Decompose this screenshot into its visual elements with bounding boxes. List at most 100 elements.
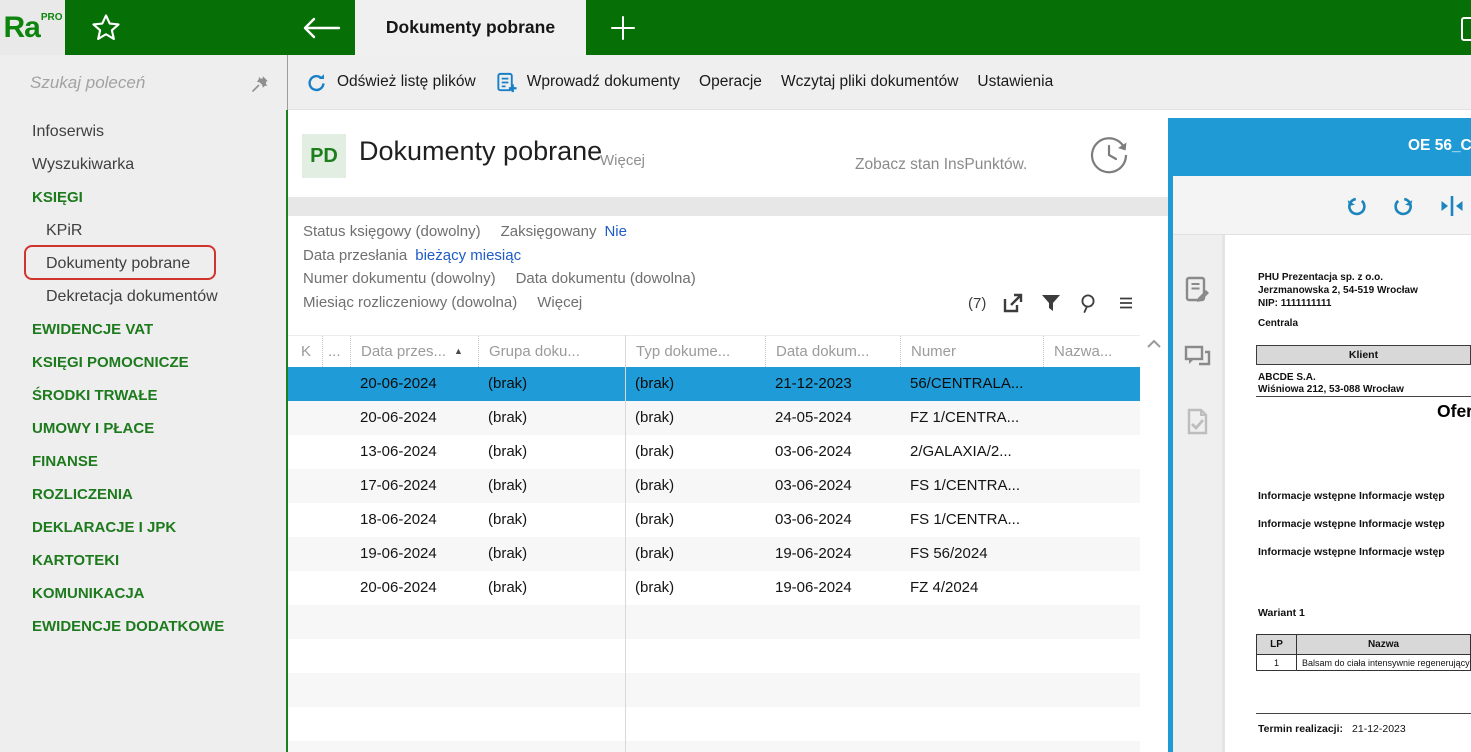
sidebar-item-deklaracje-i-jpk[interactable]: DEKLARACJE I JPK: [0, 511, 287, 544]
sidebar: Szukaj poleceń Infoserwis Wyszukiwarka K…: [0, 55, 287, 752]
frozen-column-divider: [625, 335, 626, 752]
doc-client-address: Wiśniowa 212, 53-088 Wrocław: [1258, 383, 1404, 396]
settings-menu[interactable]: Ustawienia: [977, 73, 1053, 91]
sidebar-item-ewidencje-dodatkowe[interactable]: EWIDENCJE DODATKOWE: [0, 610, 287, 643]
filter-data-przeslania-label[interactable]: Data przesłania: [303, 244, 407, 268]
sidebar-item-komunikacja[interactable]: KOMUNIKACJA: [0, 577, 287, 610]
doc-col-lp: LP: [1257, 635, 1297, 655]
refresh-label: Odśwież listę plików: [337, 73, 476, 91]
sidebar-item-finanse[interactable]: FINANSE: [0, 445, 287, 478]
column-grupa[interactable]: Grupa doku...: [478, 336, 625, 367]
inspoints-link[interactable]: Zobacz stan InsPunktów.: [855, 156, 1027, 174]
sidebar-item-wyszukiwarka[interactable]: Wyszukiwarka: [0, 148, 287, 181]
column-attachments[interactable]: ...: [322, 336, 350, 367]
sidebar-item-umowy-i-place[interactable]: UMOWY I PŁACE: [0, 412, 287, 445]
table-row[interactable]: 18-06-2024 (brak) (brak) 03-06-2024 FS 1…: [288, 503, 1140, 537]
filter-panel: Status księgowy (dowolny) Zaksięgowany N…: [303, 220, 696, 314]
logo-text: Ra: [3, 11, 39, 45]
doc-variant-label: Wariant 1: [1258, 607, 1305, 619]
history-clock-icon[interactable]: [1086, 132, 1132, 178]
documents-module: PD Dokumenty pobrane Więcej Zobacz stan …: [288, 110, 1168, 752]
row-count: (7): [968, 295, 986, 312]
column-numer[interactable]: Numer: [900, 336, 1043, 367]
refresh-icon: [305, 71, 328, 94]
empty-row: [288, 741, 1140, 752]
doc-info-line: Informacje wstępne Informacje wstęp: [1258, 490, 1445, 502]
title-more-link[interactable]: Więcej: [600, 152, 645, 169]
table-body: 20-06-2024 (brak) (brak) 21-12-2023 56/C…: [288, 367, 1140, 752]
sidebar-item-dokumenty-pobrane[interactable]: Dokumenty pobrane: [0, 247, 287, 280]
preview-header: OE 56_C: [1168, 118, 1471, 176]
tab-dokumenty-pobrane[interactable]: Dokumenty pobrane: [355, 0, 586, 55]
export-icon[interactable]: [1002, 292, 1024, 314]
sort-asc-icon: ▲: [454, 336, 463, 367]
sidebar-item-infoserwis[interactable]: Infoserwis: [0, 115, 287, 148]
doc-col-name: Nazwa: [1297, 635, 1471, 655]
filter-data-przeslania-value[interactable]: bieżący miesiąc: [415, 244, 521, 268]
table-row[interactable]: 19-06-2024 (brak) (brak) 19-06-2024 FS 5…: [288, 537, 1140, 571]
filter-funnel-icon[interactable]: [1040, 292, 1062, 314]
app-window: RaPRO Dokumenty pobrane Szukaj poleceń I…: [0, 0, 1471, 752]
refresh-file-list-button[interactable]: Odśwież listę plików: [305, 71, 476, 94]
tab-label: Dokumenty pobrane: [386, 17, 555, 38]
filter-more-link[interactable]: Więcej: [537, 291, 582, 315]
sidebar-item-ewidencje-vat[interactable]: EWIDENCJE VAT: [0, 313, 287, 346]
doc-seller-block: PHU Prezentacja sp. z o.o. Jerzmanowska …: [1258, 271, 1418, 310]
rotate-left-icon[interactable]: [1345, 194, 1369, 218]
column-data-dokumentu[interactable]: Data dokum...: [765, 336, 900, 367]
table-row[interactable]: 20-06-2024 (brak) (brak) 19-06-2024 FZ 4…: [288, 571, 1140, 605]
sidebar-item-dekretacja-dokumentow[interactable]: Dekretacja dokumentów: [0, 280, 287, 313]
filter-miesiac-rozliczeniowy[interactable]: Miesiąc rozliczeniowy (dowolna): [303, 291, 517, 315]
comments-icon[interactable]: [1183, 343, 1212, 372]
rotate-right-icon[interactable]: [1391, 194, 1415, 218]
table-row[interactable]: 17-06-2024 (brak) (brak) 03-06-2024 FS 1…: [288, 469, 1140, 503]
filter-zaksiegowany-value[interactable]: Nie: [604, 220, 627, 244]
operations-menu[interactable]: Operacje: [699, 73, 762, 91]
filter-zaksiegowany-label[interactable]: Zaksięgowany: [501, 220, 597, 244]
column-nazwa[interactable]: Nazwa...: [1043, 336, 1140, 367]
sidebar-item-srodki-trwale[interactable]: ŚRODKI TRWAŁE: [0, 379, 287, 412]
edit-document-icon[interactable]: [1183, 275, 1212, 304]
column-typ[interactable]: Typ dokume...: [625, 336, 765, 367]
column-k[interactable]: K: [288, 336, 322, 367]
table-row[interactable]: 20-06-2024 (brak) (brak) 21-12-2023 56/C…: [288, 367, 1140, 401]
scroll-up-icon[interactable]: [1146, 337, 1162, 351]
preview-body: PHU Prezentacja sp. z o.o. Jerzmanowska …: [1173, 235, 1471, 752]
fit-width-icon[interactable]: [1440, 194, 1464, 218]
command-search[interactable]: Szukaj poleceń: [0, 55, 287, 110]
document-add-icon: [495, 71, 518, 94]
sidebar-item-rozliczenia[interactable]: ROZLICZENIA: [0, 478, 287, 511]
search-list-icon[interactable]: [1078, 292, 1100, 314]
column-data-przeslania[interactable]: Data przes...▲: [350, 336, 478, 367]
pin-icon[interactable]: [251, 73, 271, 93]
empty-row: [288, 707, 1140, 741]
filter-numer-dokumentu[interactable]: Numer dokumentu (dowolny): [303, 267, 496, 291]
page-title: Dokumenty pobrane: [359, 136, 602, 167]
doc-divider: [1256, 713, 1471, 714]
sidebar-item-ksiegi[interactable]: KSIĘGI: [0, 181, 287, 214]
favorites-star-icon[interactable]: [90, 12, 122, 44]
table-row[interactable]: 13-06-2024 (brak) (brak) 03-06-2024 2/GA…: [288, 435, 1140, 469]
doc-item-lp: 1: [1257, 655, 1297, 671]
filter-data-dokumentu[interactable]: Data dokumentu (dowolna): [516, 267, 696, 291]
sidebar-item-ksiegi-pomocnicze[interactable]: KSIĘGI POMOCNICZE: [0, 346, 287, 379]
document-page[interactable]: PHU Prezentacja sp. z o.o. Jerzmanowska …: [1225, 235, 1471, 752]
list-menu-icon[interactable]: [1116, 292, 1138, 314]
preview-toolbar: [1173, 176, 1471, 235]
new-tab-button[interactable]: [608, 13, 638, 43]
doc-info-line: Informacje wstępne Informacje wstęp: [1258, 546, 1445, 558]
filter-status-ksiegowy[interactable]: Status księgowy (dowolny): [303, 220, 481, 244]
doc-deadline: Termin realizacji:21-12-2023: [1258, 723, 1406, 735]
back-arrow-icon[interactable]: [300, 14, 342, 42]
app-logo[interactable]: RaPRO: [0, 0, 65, 55]
notification-icon[interactable]: [1461, 17, 1471, 41]
table-row[interactable]: 20-06-2024 (brak) (brak) 24-05-2024 FZ 1…: [288, 401, 1140, 435]
add-documents-button[interactable]: Wprowadź dokumenty: [495, 71, 680, 94]
sidebar-item-kpir[interactable]: KPiR: [0, 214, 287, 247]
document-check-icon[interactable]: [1183, 407, 1212, 436]
command-search-input[interactable]: Szukaj poleceń: [30, 73, 251, 93]
sidebar-item-kartoteki[interactable]: KARTOTEKI: [0, 544, 287, 577]
load-document-files-button[interactable]: Wczytaj pliki dokumentów: [781, 73, 958, 91]
preview-title: OE 56_C: [1408, 137, 1471, 155]
doc-info-line: Informacje wstępne Informacje wstęp: [1258, 518, 1445, 530]
